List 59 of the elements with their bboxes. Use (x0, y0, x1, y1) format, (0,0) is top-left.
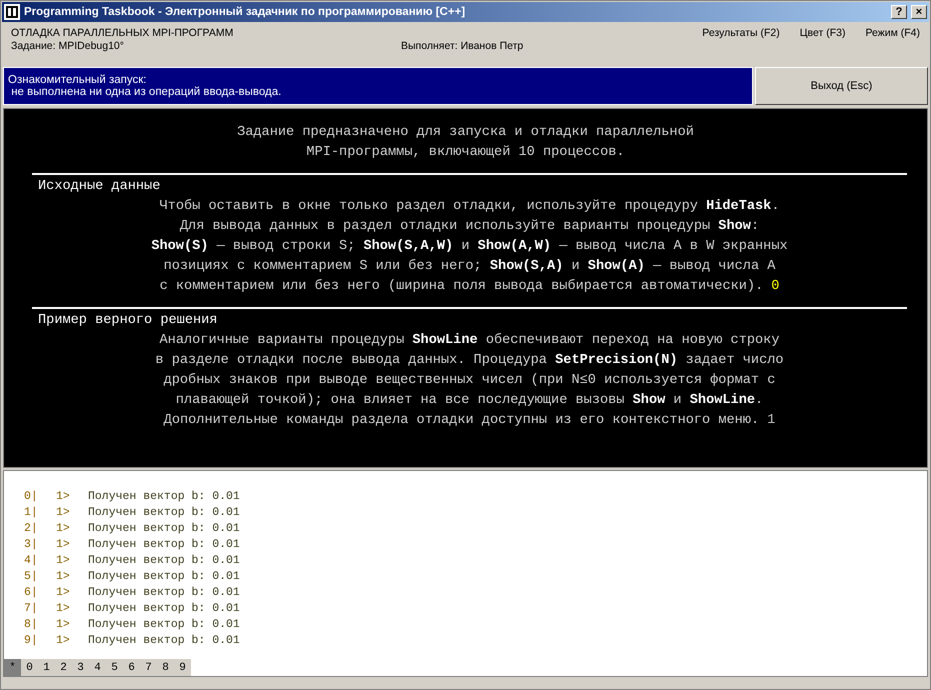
app-icon (4, 4, 20, 20)
status-message: Ознакомительный запуск: не выполнена ни одна из операций ввода-вывода. (3, 67, 753, 105)
description-line: плавающей точкой); она влияет на все последующие вызовы Show и ShowLine. (176, 393, 764, 408)
description-line: с комментарием или без него (ширина поля вывода выбирается автоматически). (160, 279, 764, 294)
line-number: 1> (56, 489, 71, 505)
intro-line: MPI-программы, включающей 10 процессов. (305, 144, 626, 162)
line-number: 1> (56, 601, 71, 617)
intro-line: Задание предназначено для запуска и отладки параллельной (236, 124, 695, 142)
description-line: дробных знаков при выводе вещественных чисел (при N≤0 используется формат с (164, 373, 776, 388)
topic-title: ОТЛАДКА ПАРАЛЛЕЛЬНЫХ MPI-ПРОГРАММ (11, 27, 234, 39)
menu-item[interactable]: Результаты (F2) (702, 27, 780, 39)
exit-button[interactable]: Выход (Esc) (755, 67, 928, 105)
student-name: Выполняет: Иванов Петр (401, 40, 524, 52)
line-number: 1> (56, 537, 71, 553)
description-line: в разделе отладки после вывода данных. Процедура SetPrecision(N) задает число (155, 353, 784, 368)
line-number: 1> (56, 569, 71, 585)
debug-text: Получен вектор b: 0.01 (88, 521, 240, 537)
process-number: 8| (24, 617, 39, 633)
debug-text: Получен вектор b: 0.01 (88, 569, 240, 585)
line-number: 1> (56, 585, 71, 601)
debug-text: Получен вектор b: 0.01 (88, 537, 240, 553)
process-number: 3| (24, 537, 39, 553)
debug-text: Получен вектор b: 0.01 (88, 585, 240, 601)
process-number: 1| (24, 505, 39, 521)
section-title: Исходные данные (37, 178, 162, 196)
line-number: 1> (56, 553, 71, 569)
debug-text: Получен вектор b: 0.01 (88, 617, 240, 633)
process-number: 7| (24, 601, 39, 617)
title-bar-button[interactable]: × (911, 5, 927, 19)
debug-text: Получен вектор b: 0.01 (88, 489, 240, 505)
process-number: 2| (24, 521, 39, 537)
line-number: 1> (56, 633, 71, 649)
line-number: 1> (56, 505, 71, 521)
description-line: Чтобы оставить в окне только раздел отладки, используйте процедуру HideTask. (160, 199, 780, 214)
window-title: Programming Taskbook - Электронный задачник по программированию [C++] (24, 6, 466, 18)
menu-item[interactable]: Цвет (F3) (800, 27, 846, 39)
process-number: 0| (24, 489, 39, 505)
page-number: 1 (767, 413, 776, 428)
debug-text: Получен вектор b: 0.01 (88, 633, 240, 649)
process-tab[interactable]: * (4, 659, 21, 676)
task-name: Задание: MPIDebug10° (11, 40, 125, 52)
line-number: 1> (56, 617, 71, 633)
title-bar-button[interactable]: ? (891, 5, 907, 19)
description-line: Аналогичные варианты процедуры ShowLine обеспечивают переход на новую строку (160, 333, 780, 348)
menu-item[interactable]: Режим (F4) (865, 27, 920, 39)
process-number: 5| (24, 569, 39, 585)
debug-text: Получен вектор b: 0.01 (88, 505, 240, 521)
section-title: Пример верного решения (37, 312, 218, 330)
description-line: Для вывода данных в раздел отладки используйте варианты процедуры Show: (180, 219, 760, 234)
process-number: 4| (24, 553, 39, 569)
debug-text: Получен вектор b: 0.01 (88, 601, 240, 617)
description-line: Дополнительные команды раздела отладки доступны из его контекстного меню. (164, 413, 760, 428)
process-number: 6| (24, 585, 39, 601)
line-number: 1> (56, 521, 71, 537)
page-number: 0 (771, 279, 780, 294)
description-line: позициях с комментарием S или без него; Show(S,A) и Show(A) — вывод числа A (164, 259, 776, 274)
process-number: 9| (24, 633, 39, 649)
debug-text: Получен вектор b: 0.01 (88, 553, 240, 569)
description-line: Show(S) — вывод строки S; Show(S,A,W) и Show(A,W) — вывод числа A в W экранных (151, 239, 788, 254)
